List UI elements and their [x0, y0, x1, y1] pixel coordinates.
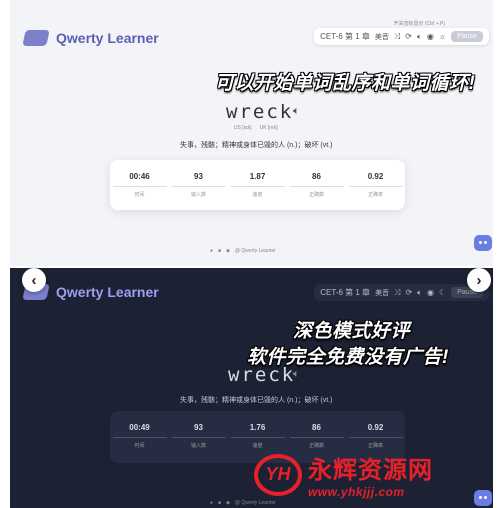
current-word: wreck — [226, 101, 294, 123]
loop-icon[interactable]: ⟳ — [405, 32, 412, 41]
top-toolbar: CET-6 第 1 章 美音 ⤨ ⟳ 🔈︎ ◉ ☼ Pause — [314, 28, 489, 45]
stat-correct: 86 正确数 — [289, 423, 344, 449]
stat-accuracy: 0.92 正确率 — [348, 423, 403, 449]
wechat-icon[interactable]: ■ — [218, 500, 221, 506]
github-icon[interactable]: ● — [210, 500, 213, 506]
speaker-icon[interactable]: 🔈︎ — [293, 105, 300, 118]
stats-card: 00:46 时间 93 输入数 1.87 速度 86 正确数 0.92 正确率 — [110, 160, 405, 210]
github-icon[interactable]: ● — [210, 248, 213, 254]
eye-icon[interactable]: ◉ — [427, 32, 434, 41]
share-icon[interactable]: ◆ — [226, 248, 230, 254]
carousel-prev-button[interactable]: ‹ — [22, 268, 46, 292]
shuffle-icon[interactable]: ⤨ — [394, 288, 400, 298]
keyboard-logo-icon — [22, 30, 50, 46]
carousel-next-button[interactable]: › — [467, 268, 491, 292]
dictionary-selector[interactable]: CET-6 第 1 章 — [320, 31, 370, 42]
stat-time: 00:46 时间 — [112, 172, 167, 198]
word-translation: 失事，残骸；精神或身体已毁的人 (n.)；破坏 (vt.) — [180, 142, 333, 149]
site-watermark: YH 永辉资源网 www.yhkjjj.com — [254, 450, 433, 499]
light-screenshot: Qwerty Learner 开关音标显示 (Ctrl + P) CET-6 第… — [10, 0, 493, 266]
stat-accuracy: 0.92 正确率 — [348, 172, 403, 198]
phonetic-us: US [rɛk] — [234, 125, 252, 131]
accent-selector[interactable]: 美音 — [375, 32, 389, 42]
pause-button[interactable]: Pause — [451, 31, 483, 42]
stat-inputs: 93 输入数 — [171, 423, 226, 449]
stat-speed: 1.76 速度 — [230, 423, 285, 449]
current-word-dark: wreck — [228, 364, 296, 386]
footer-dark: ● ■ ◆ @ Qwerty Learner — [210, 500, 276, 506]
top-toolbar-dark: CET-6 第 1 章 美音 ⤨ ⟳ 🔈︎ ◉ ☾ Pause — [314, 284, 489, 301]
feedback-chat-button[interactable] — [474, 235, 492, 251]
app-name: Qwerty Learner — [56, 30, 159, 46]
phonetic-hint-tooltip: 开关音标显示 (Ctrl + P) — [393, 21, 445, 27]
loop-icon[interactable]: ⟳ — [405, 288, 412, 297]
phonetics: US [rɛk] UK [rek] — [234, 125, 278, 131]
footer-credit: @ Qwerty Learner — [234, 500, 276, 506]
watermark-logo: YH — [254, 453, 302, 496]
eye-icon[interactable]: ◉ — [427, 288, 434, 297]
wechat-icon[interactable]: ■ — [218, 248, 221, 254]
promo-caption-line1: 深色模式好评 — [293, 321, 411, 342]
app-logo[interactable]: Qwerty Learner — [22, 30, 159, 46]
stat-time: 00:49 时间 — [112, 423, 167, 449]
stat-inputs: 93 输入数 — [171, 172, 226, 198]
speaker-icon[interactable]: 🔈︎ — [293, 368, 300, 381]
sound-icon[interactable]: 🔈︎ — [417, 288, 422, 298]
theme-icon[interactable]: ☾ — [439, 288, 446, 297]
stat-correct: 86 正确数 — [289, 172, 344, 198]
feedback-chat-button-dark[interactable] — [474, 490, 492, 506]
footer: ● ■ ◆ @ Qwerty Learner — [210, 248, 276, 254]
stat-speed: 1.87 速度 — [230, 172, 285, 198]
shuffle-icon[interactable]: ⤨ — [394, 32, 400, 42]
share-icon[interactable]: ◆ — [226, 500, 230, 506]
theme-icon[interactable]: ☼ — [439, 32, 446, 41]
app-name-dark: Qwerty Learner — [56, 284, 159, 300]
watermark-title: 永辉资源网 — [308, 457, 433, 484]
promo-caption: 可以开始单词乱序和单词循环! — [215, 73, 476, 94]
accent-selector-dark[interactable]: 美音 — [375, 288, 389, 298]
word-translation-dark: 失事，残骸；精神或身体已毁的人 (n.)；破坏 (vt.) — [180, 397, 333, 404]
phonetic-uk: UK [rek] — [259, 125, 278, 131]
footer-credit: @ Qwerty Learner — [234, 248, 276, 254]
sound-icon[interactable]: 🔈︎ — [417, 32, 422, 42]
app-logo-dark[interactable]: Qwerty Learner — [22, 284, 159, 300]
watermark-url: www.yhkjjj.com — [308, 485, 405, 499]
dictionary-selector-dark[interactable]: CET-6 第 1 章 — [320, 287, 370, 298]
